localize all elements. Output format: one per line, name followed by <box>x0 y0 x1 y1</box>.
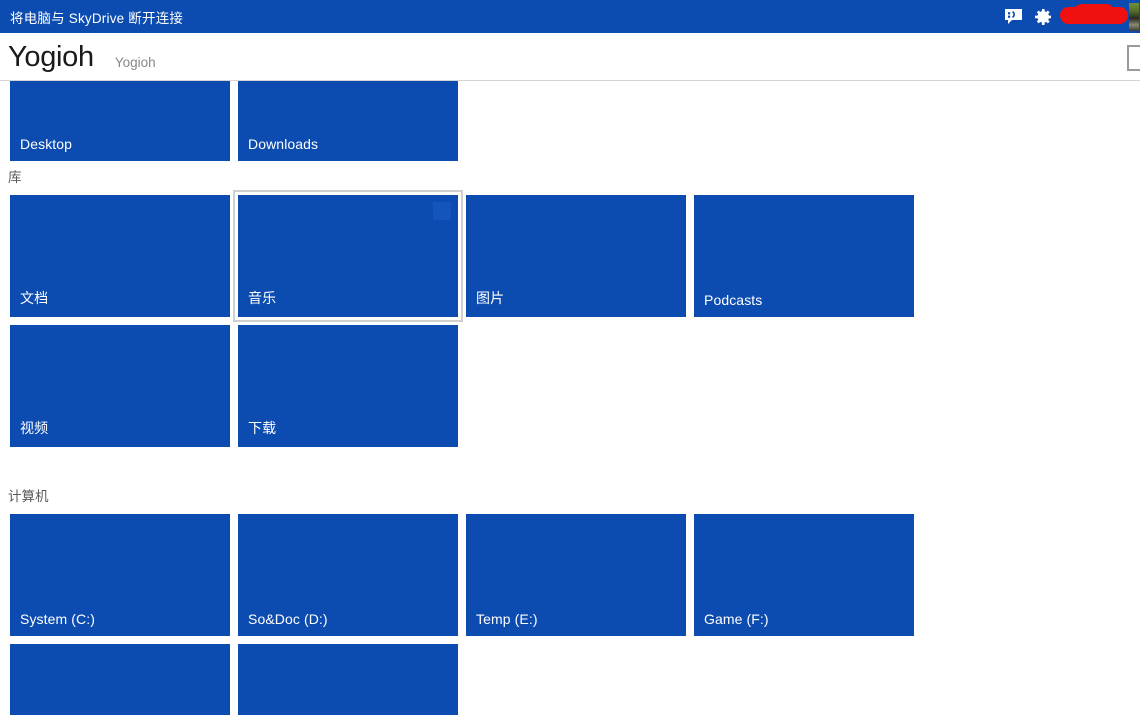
group-computer: 计算机 System (C:) So&Doc (D:) Temp (E:) Game … <box>0 484 1140 715</box>
tile-surface[interactable]: Desktop Downloads 库 文档 音乐 图片 Podcasts 视频 下载 计算… <box>0 81 1140 715</box>
tile-label: 下载 <box>248 420 277 436</box>
group-header-computer: 计算机 <box>8 489 49 504</box>
topbar-command-label[interactable]: 将电脑与 SkyDrive 断开连接 <box>0 7 183 27</box>
tile-label: Game (F:) <box>704 611 769 627</box>
tile-[interactable]: 音乐 <box>233 190 463 322</box>
tile-row-computer: System (C:) So&Doc (D:) Temp (E:) Game (F:)… <box>0 510 1140 715</box>
tile-surface-block[interactable] <box>238 644 458 715</box>
page-title: Yogioh <box>8 40 94 73</box>
tile-checkbox[interactable] <box>433 202 451 220</box>
tile-game-f[interactable]: Game (F:) <box>690 510 918 640</box>
select-all-checkbox[interactable] <box>1127 45 1140 71</box>
tile-[interactable]: 文档 <box>6 191 234 321</box>
tile-label: Temp (E:) <box>476 611 538 627</box>
tile-label: Desktop <box>20 136 73 152</box>
tile-[interactable]: 图片 <box>462 191 690 321</box>
tile-surface-block[interactable]: System (C:) <box>10 514 230 636</box>
tile-system-c[interactable]: System (C:) <box>6 510 234 640</box>
tile-surface-block[interactable]: 音乐 <box>238 195 458 317</box>
tile-label: So&Doc (D:) <box>248 611 328 627</box>
top-command-bar: 将电脑与 SkyDrive 断开连接 <box>0 0 1140 33</box>
group-header-library: 库 <box>8 170 22 185</box>
tile-g[interactable]: 可移动磁盘 (G:) <box>6 640 234 715</box>
tile-surface-block[interactable]: Podcasts <box>694 195 914 317</box>
tile-surface-block[interactable]: 文档 <box>10 195 230 317</box>
group-quick-access: Desktop Downloads <box>0 81 1140 165</box>
tile-row-library: 文档 音乐 图片 Podcasts 视频 下载 <box>0 190 1140 451</box>
gear-icon[interactable] <box>1028 0 1058 33</box>
tile-label: 视频 <box>20 420 49 436</box>
tile-podcasts[interactable]: Podcasts <box>690 191 918 321</box>
redacted-account-name <box>1060 4 1128 24</box>
tile-downloads[interactable]: Downloads <box>234 81 462 165</box>
avatar[interactable] <box>1129 2 1139 31</box>
tile-label: System (C:) <box>20 611 95 627</box>
tile-surface-block[interactable]: Desktop <box>10 81 230 161</box>
tile-surface-block[interactable]: Game (F:) <box>694 514 914 636</box>
tile-surface-block[interactable]: 可移动磁盘 (G:) <box>10 644 230 715</box>
group-library: 库 文档 音乐 图片 Podcasts 视频 下载 <box>0 165 1140 451</box>
tile-[interactable]: 下载 <box>234 321 462 451</box>
tile-[interactable]: 视频 <box>6 321 234 451</box>
tile-surface-block[interactable]: 视频 <box>10 325 230 447</box>
feedback-smiley-icon[interactable] <box>998 0 1028 33</box>
tile-desktop[interactable]: Desktop <box>6 81 234 165</box>
page-subtitle: Yogioh <box>114 54 156 70</box>
tile-label: 音乐 <box>248 290 277 306</box>
tile-surface-block[interactable]: Temp (E:) <box>466 514 686 636</box>
tile-temp-e[interactable]: Temp (E:) <box>462 510 690 640</box>
tile-surface-block[interactable]: 下载 <box>238 325 458 447</box>
tile-label: Downloads <box>248 136 319 152</box>
tile-surface-block[interactable]: Downloads <box>238 81 458 161</box>
page-header: Yogioh Yogioh <box>0 33 1140 81</box>
tile-surface-block[interactable]: So&Doc (D:) <box>238 514 458 636</box>
tile-label: 文档 <box>20 290 49 306</box>
tile-row-quick-access: Desktop Downloads <box>0 81 1140 165</box>
topbar-right-icons <box>998 0 1140 33</box>
tile-label: Podcasts <box>704 292 763 308</box>
tile-label: 图片 <box>476 290 505 306</box>
tile-surface-block[interactable]: 图片 <box>466 195 686 317</box>
tile-so-doc-d[interactable]: So&Doc (D:) <box>234 510 462 640</box>
tile-untitled[interactable] <box>234 640 462 715</box>
